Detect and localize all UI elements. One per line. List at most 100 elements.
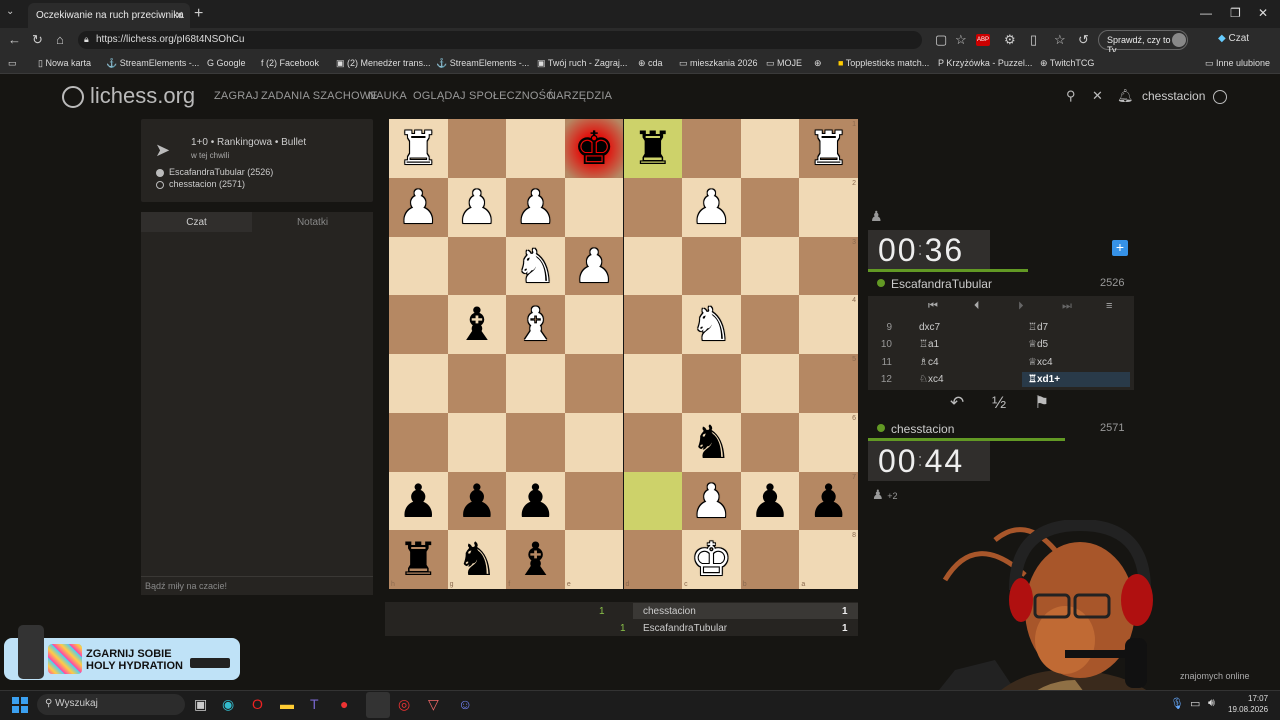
refresh-icon[interactable]: ↻ [32, 32, 43, 48]
nav-community[interactable]: SPOŁECZNOŚĆ [469, 90, 554, 102]
white-bishop-piece[interactable]: ♝ [506, 295, 565, 354]
opera-icon[interactable]: O [252, 696, 263, 712]
file-explorer-icon[interactable]: ▬ [280, 696, 294, 712]
white-knight-piece[interactable]: ♞ [506, 237, 565, 296]
challenge-icon[interactable]: ✕ [1092, 88, 1103, 104]
chat-input[interactable]: Bądź miły na czacie! [141, 576, 373, 595]
black-pawn-piece[interactable]: ♟ [448, 472, 507, 531]
move-white[interactable]: ♖a1 [919, 339, 939, 350]
board-square[interactable] [564, 295, 624, 354]
taskbar-search[interactable]: ⚲ Wyszukaj [37, 694, 185, 715]
reader-icon[interactable]: ▢ [935, 32, 947, 48]
board-square[interactable] [799, 177, 858, 237]
white-pawn-piece[interactable]: ♟ [448, 178, 507, 237]
black-pawn-piece[interactable]: ♟ [506, 472, 565, 531]
takeback-icon[interactable]: ↶ [950, 393, 964, 413]
board-square[interactable] [447, 119, 507, 178]
home-icon[interactable]: ⌂ [56, 32, 64, 47]
copilot-button[interactable]: ◆ Czat [1218, 33, 1249, 44]
black-knight-piece[interactable]: ♞ [682, 413, 741, 472]
bookmark-item[interactable]: ▯ Nowa karta [38, 58, 91, 69]
white-knight-piece[interactable]: ♞ [682, 295, 741, 354]
nav-learn[interactable]: NAUKA [368, 90, 407, 102]
board-square[interactable] [623, 530, 683, 589]
task-view-icon[interactable]: ▣ [194, 696, 207, 713]
app-icon[interactable]: ▽ [428, 696, 439, 713]
black-bishop-piece[interactable]: ♝ [448, 295, 507, 354]
move-white[interactable]: ♗c4 [919, 357, 939, 368]
bookmark-item[interactable]: ⊕ [814, 58, 822, 69]
board-square[interactable] [506, 119, 565, 178]
close-tab-icon[interactable]: ✕ [175, 9, 184, 22]
board-square[interactable] [389, 295, 448, 354]
teams-icon[interactable]: T [310, 696, 319, 712]
board-square[interactable] [623, 177, 683, 237]
close-window-icon[interactable]: ✕ [1258, 6, 1268, 20]
network-icon[interactable]: ▭ [1190, 697, 1200, 710]
move-black[interactable]: ♖d7 [1028, 322, 1048, 333]
opponent-name[interactable]: EscafandraTubular [891, 277, 992, 291]
adblock-icon[interactable]: ABP [976, 34, 990, 46]
edge-icon[interactable]: ◉ [222, 696, 234, 713]
add-time-button[interactable]: + [1112, 240, 1128, 256]
board-square[interactable] [389, 236, 448, 296]
mic-icon[interactable]: 🎙︎ [1170, 697, 1184, 710]
board-square[interactable] [447, 412, 507, 472]
favorite-icon[interactable]: ☆ [955, 32, 967, 48]
board-square[interactable] [389, 354, 448, 413]
white-pawn-piece[interactable]: ♟ [682, 178, 741, 237]
board-square[interactable] [682, 236, 741, 296]
split-screen-icon[interactable]: ▯ [1030, 32, 1037, 48]
nav-watch[interactable]: OGLĄDAJ [413, 90, 466, 102]
obs-icon[interactable]: ● [340, 696, 348, 712]
board-square[interactable] [740, 177, 800, 237]
bookmarks-menu-icon[interactable]: ▭ [8, 58, 17, 69]
bookmark-item[interactable]: ▣ Twój ruch - Zagraj... [537, 58, 627, 69]
white-rook-piece[interactable]: ♜ [389, 119, 448, 178]
black-pawn-piece[interactable]: ♟ [741, 472, 800, 531]
url-input[interactable]: 🔒︎ https://lichess.org/pI68t4NSOhCu [78, 31, 922, 49]
nav-play[interactable]: ZAGRAJ [214, 90, 259, 102]
bookmark-item[interactable]: ⚓ StreamElements -... [106, 58, 199, 69]
friends-online[interactable]: znajomych online [1180, 671, 1250, 681]
nav-tools[interactable]: NARZĘDZIA [548, 90, 612, 102]
bookmark-item[interactable]: G Google [207, 58, 246, 68]
avatar[interactable] [1172, 33, 1186, 47]
windows-start-icon[interactable] [12, 697, 28, 713]
board-square[interactable] [564, 354, 624, 413]
volume-icon[interactable]: 🔊︎ [1208, 697, 1215, 710]
site-logo[interactable]: lichess.org [62, 83, 195, 109]
board-square[interactable] [799, 295, 858, 354]
menu-icon[interactable]: ≡ [1106, 300, 1112, 312]
board-square[interactable] [623, 236, 683, 296]
board-square[interactable] [564, 530, 624, 589]
black-king-piece[interactable]: ♚ [565, 119, 624, 178]
black-bishop-piece[interactable]: ♝ [506, 530, 565, 589]
white-pawn-piece[interactable]: ♟ [389, 178, 448, 237]
board-square[interactable] [564, 471, 624, 531]
first-move-icon[interactable]: ⏮ [928, 300, 938, 313]
next-move-icon[interactable]: ⏵ [1018, 300, 1024, 313]
search-icon[interactable]: ⚲ [1066, 88, 1076, 104]
bookmark-folder[interactable]: ▭ MOJE [766, 58, 802, 69]
browser-tab[interactable]: Oczekiwanie na ruch przeciwnika ✕ [28, 3, 190, 28]
system-clock[interactable]: 17:07 19.08.2026 [1228, 693, 1268, 715]
player-name[interactable]: chesstacion [891, 422, 954, 436]
tab-chat[interactable]: Czat [141, 212, 252, 232]
board-square[interactable] [799, 530, 858, 589]
move-white[interactable]: dxc7 [919, 322, 940, 333]
board-square[interactable] [799, 412, 858, 472]
board-square[interactable] [799, 236, 858, 296]
tab-menu-icon[interactable]: ⌄ [6, 6, 14, 17]
board-square[interactable] [740, 236, 800, 296]
board-square[interactable] [623, 354, 683, 413]
board-square[interactable] [799, 354, 858, 413]
bookmark-item[interactable]: ▣ (2) Menedżer trans... [336, 58, 431, 69]
board-square[interactable] [740, 412, 800, 472]
chess-board[interactable]: ♜ ♚ ♜ ♜ ♟ ♟ ♟ ♟ ♞ ♟ ♝ ♝ ♞ ♞ ♟ ♟ ♟ ♟ ♟ ♟ ♜ ♞ ♝ ♚ 1 2 3 4 5 6 7 8 h g f e d c b a [389, 119, 858, 589]
board-square[interactable] [447, 236, 507, 296]
board-square[interactable] [564, 177, 624, 237]
board-square[interactable] [389, 412, 448, 472]
white-king-piece[interactable]: ♚ [682, 530, 741, 589]
black-rook-piece[interactable]: ♜ [624, 119, 683, 178]
